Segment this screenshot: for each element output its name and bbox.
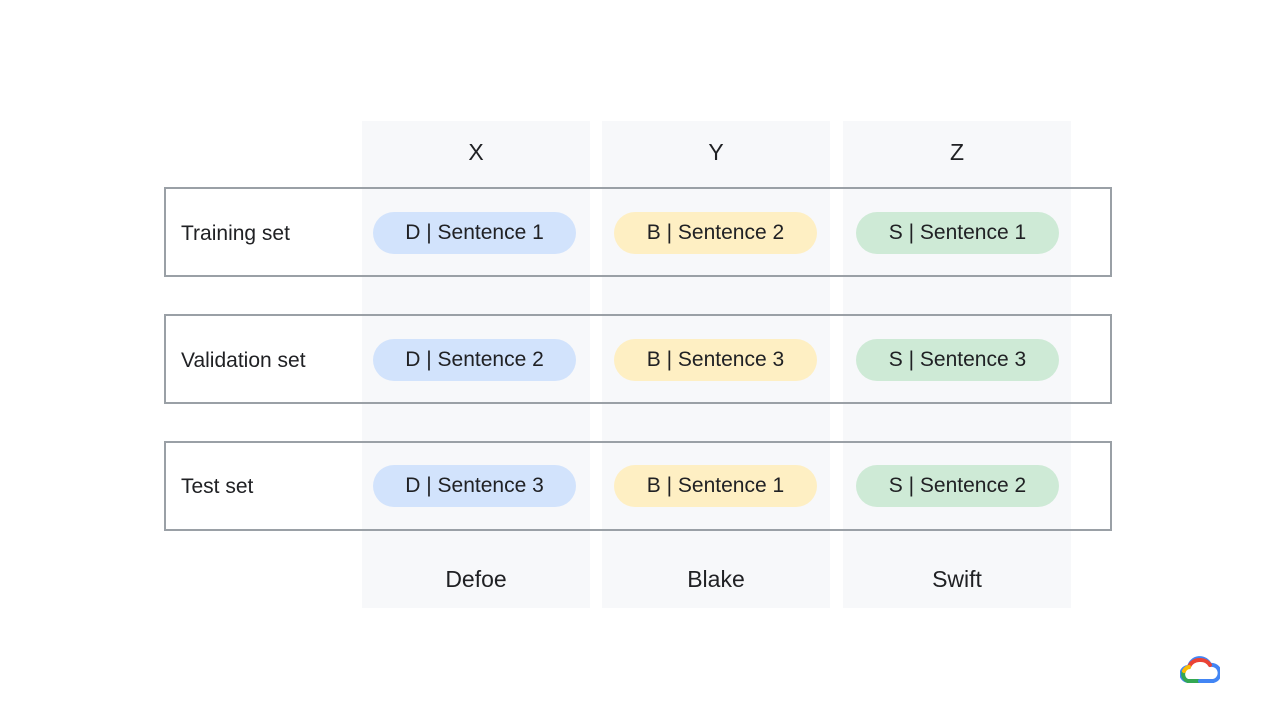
sentence-pill: D | Sentence 2 — [373, 339, 576, 381]
column-header-y: Y — [708, 139, 724, 165]
column-footer-blake: Blake — [687, 566, 745, 592]
sentence-pill: S | Sentence 1 — [856, 212, 1059, 254]
row-label-training: Training set — [181, 222, 290, 245]
sentence-pill: B | Sentence 2 — [614, 212, 817, 254]
sentence-pill: D | Sentence 3 — [373, 465, 576, 507]
column-footer-swift: Swift — [932, 566, 982, 592]
row-label-test: Test set — [181, 475, 254, 498]
column-header-x: X — [468, 139, 484, 165]
column-header-z: Z — [949, 139, 965, 165]
sentence-pill: D | Sentence 1 — [373, 212, 576, 254]
sentence-pill: S | Sentence 2 — [856, 465, 1059, 507]
column-footer-defoe: Defoe — [445, 566, 507, 592]
row-label-validation: Validation set — [181, 349, 306, 372]
diagram-stage: X Y Z Training set Validation set Test s… — [0, 0, 1280, 720]
sentence-pill: B | Sentence 3 — [614, 339, 817, 381]
sentence-pill: S | Sentence 3 — [856, 339, 1059, 381]
sentence-pill: B | Sentence 1 — [614, 465, 817, 507]
google-cloud-logo-icon — [1180, 656, 1220, 683]
